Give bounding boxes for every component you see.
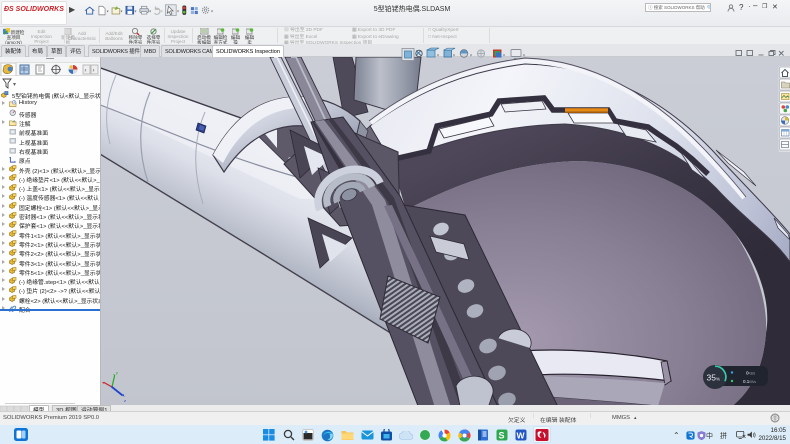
svg-text:▾: ▾	[453, 53, 455, 58]
svg-text:▾: ▾	[523, 53, 525, 58]
svg-text:0KB/s: 0KB/s	[746, 371, 756, 376]
svg-text:▾: ▾	[177, 10, 179, 14]
svg-text:▾: ▾	[211, 10, 213, 14]
svg-text:z: z	[124, 398, 126, 403]
svg-text:S: S	[499, 431, 505, 441]
svg-text:▾: ▾	[437, 53, 439, 58]
svg-text:▾: ▾	[161, 10, 163, 14]
svg-text:‹: ‹	[85, 68, 87, 74]
svg-text:▾: ▾	[13, 82, 16, 88]
svg-text:›: ›	[93, 68, 95, 74]
svg-text:▾: ▾	[121, 10, 123, 14]
svg-text:0.1KB/s: 0.1KB/s	[743, 379, 756, 384]
svg-text:▾: ▾	[134, 10, 136, 14]
svg-text:▾: ▾	[107, 10, 109, 14]
svg-text:W: W	[517, 431, 526, 441]
svg-text:▾: ▾	[149, 10, 151, 14]
svg-text:y: y	[116, 370, 118, 375]
svg-text:▾: ▾	[470, 53, 472, 58]
svg-text:▾: ▾	[503, 53, 505, 58]
